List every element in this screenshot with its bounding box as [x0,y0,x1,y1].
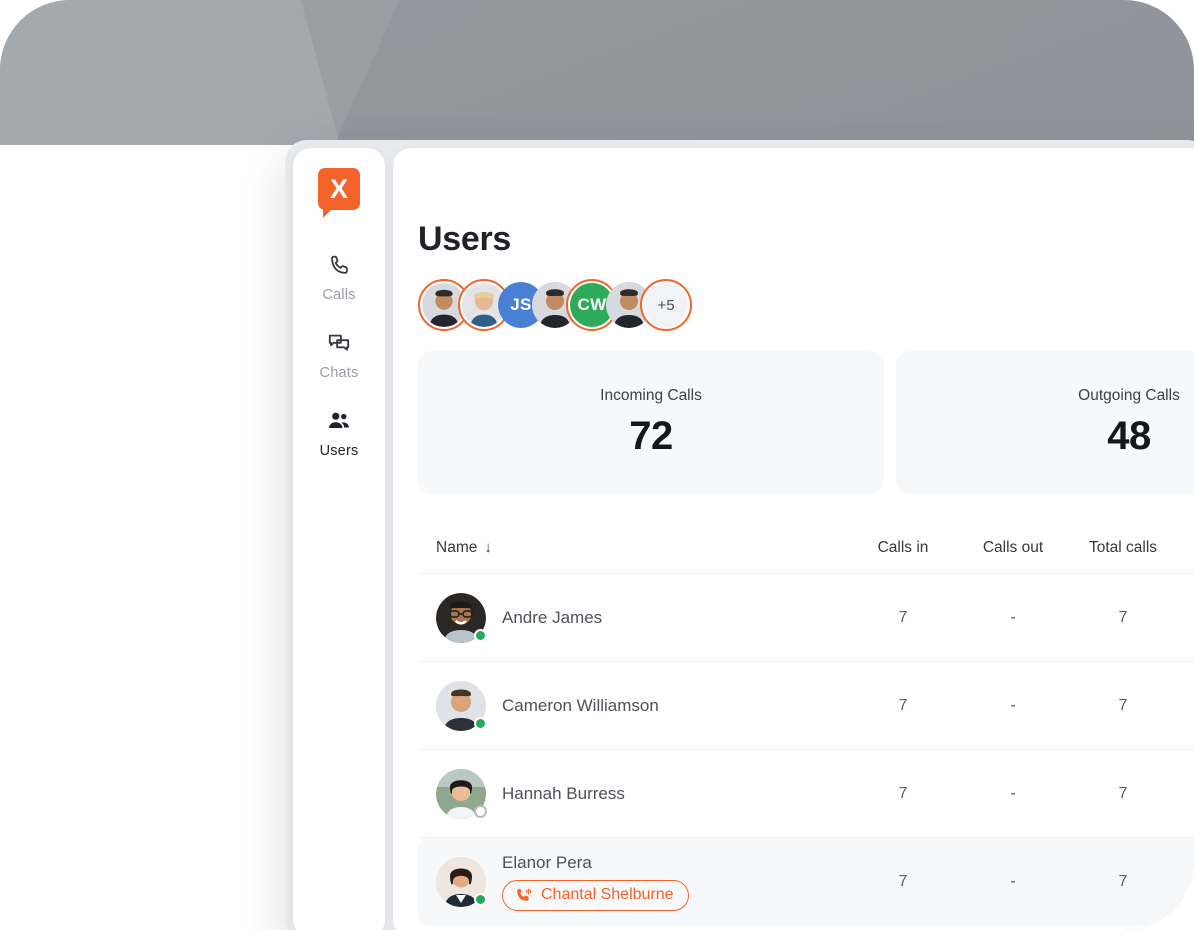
cell-total-calls: 7 [1118,696,1128,714]
cell-calls-in: 7 [898,608,908,626]
stat-value: 72 [629,413,673,458]
user-name: Hannah Burress [502,783,625,803]
stat-card-outgoing-calls: Outgoing Calls 48 [896,351,1194,494]
avatar [436,856,487,907]
cell-calls-out: - [1010,608,1016,626]
stat-cards: Incoming Calls 72 Outgoing Calls 48 [418,351,1194,494]
app-logo[interactable]: X [318,168,360,218]
stat-label: Outgoing Calls [1078,386,1180,404]
column-header-name-label: Name [436,538,478,556]
column-header-calls-in[interactable]: Calls in [848,539,958,557]
active-call-badge-label: Chantal Shelburne [541,886,674,903]
avatar-overflow-label: +5 [644,283,688,327]
cell-total-calls: 7 [1118,608,1128,626]
stat-label: Incoming Calls [600,386,702,404]
user-name: Andre James [502,607,603,627]
page-title: Users [418,220,512,258]
status-dot-online [474,628,487,642]
table-row[interactable]: Elanor Pera Chantal Shelburne 7 - 7 [418,838,1194,926]
stat-value: 48 [1107,413,1151,458]
status-dot-offline [474,804,487,818]
cell-calls-in: 7 [898,872,908,890]
column-header-name[interactable]: Name ↓ [418,539,838,557]
table-row[interactable]: Hannah Burress 7 - 7 [418,750,1194,838]
cell-total-calls: 7 [1118,784,1128,802]
users-icon [326,408,352,434]
avatar-overflow-count[interactable]: +5 [640,279,692,331]
users-table: Name ↓ Calls in Calls out Total calls An… [418,522,1194,926]
column-header-total-calls[interactable]: Total calls [1068,539,1178,557]
avatar [436,768,487,819]
phone-icon [327,252,352,278]
user-name: Elanor Pera [502,852,592,872]
cell-calls-in: 7 [898,784,908,802]
status-dot-online [474,716,487,730]
avatar-stack[interactable]: JS CW +5 [418,279,1194,331]
user-name: Cameron Williamson [502,695,659,715]
cell-calls-out: - [1010,872,1016,890]
table-header-row: Name ↓ Calls in Calls out Total calls [418,522,1194,574]
sidebar-item-label: Users [319,443,359,459]
table-row[interactable]: Andre James 7 - 7 [418,574,1194,662]
chat-bubbles-icon [326,330,352,356]
main-panel: Users JS CW +5 Incoming Calls 72 Outgoin… [393,148,1194,930]
status-dot-online [474,892,487,906]
sidebar-item-users[interactable]: Users [293,408,385,459]
cell-total-calls: 7 [1118,872,1128,890]
sidebar: X Calls Chats Users [293,148,385,930]
sidebar-item-calls[interactable]: Calls [293,252,385,303]
stat-card-incoming-calls: Incoming Calls 72 [418,351,884,494]
app-logo-letter: X [329,173,348,204]
table-row[interactable]: Cameron Williamson 7 - 7 [418,662,1194,750]
sidebar-item-chats[interactable]: Chats [293,330,385,381]
cell-calls-out: - [1010,784,1016,802]
sort-descending-icon[interactable]: ↓ [484,539,492,556]
avatar [436,680,487,731]
phone-ringing-icon [514,886,533,905]
active-call-badge[interactable]: Chantal Shelburne [502,879,689,911]
screenshot-stage: X Calls Chats Users Users JS CW +5 Incom… [0,0,1194,930]
sidebar-item-label: Calls [322,287,356,303]
cell-calls-out: - [1010,696,1016,714]
sidebar-item-label: Chats [319,365,359,381]
cell-calls-in: 7 [898,696,908,714]
avatar [436,592,487,643]
column-header-calls-out[interactable]: Calls out [958,539,1068,557]
